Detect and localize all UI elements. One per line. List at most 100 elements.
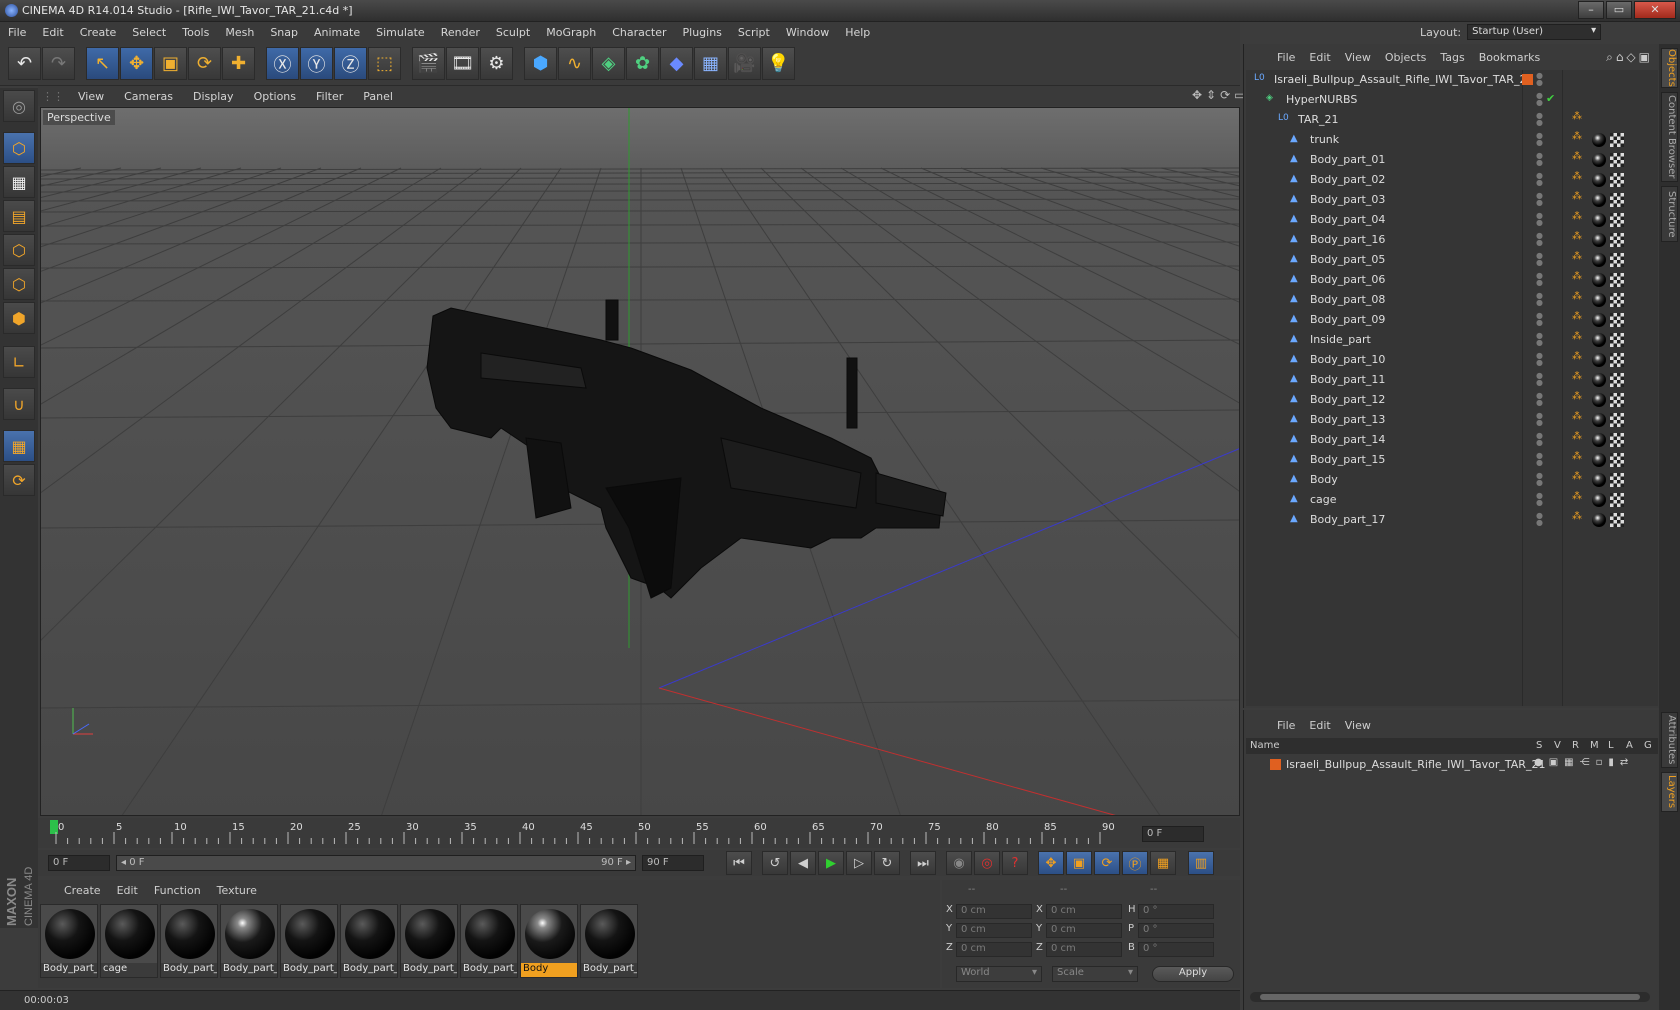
material-tag-icon[interactable] <box>1592 233 1606 247</box>
visibility-dots-icon[interactable]: ● ● <box>1536 492 1544 507</box>
key-rotation-icon[interactable]: ⟳ <box>1094 851 1120 875</box>
visibility-dots-icon[interactable]: ● ● <box>1536 332 1544 347</box>
uvw-tag-icon[interactable] <box>1610 473 1624 487</box>
texture-mode-icon[interactable]: ▦ <box>3 166 35 198</box>
z-axis-icon[interactable]: Ⓩ <box>334 47 367 80</box>
x-axis-icon[interactable]: Ⓧ <box>266 47 299 80</box>
visibility-dots-icon[interactable]: ● ● <box>1536 372 1544 387</box>
material-tag-icon[interactable] <box>1592 433 1606 447</box>
phong-tag-icon[interactable]: ⁂ <box>1572 151 1582 162</box>
menu-plugins[interactable]: Plugins <box>675 26 730 39</box>
apply-button[interactable]: Apply <box>1152 966 1234 982</box>
phong-tag-icon[interactable]: ⁂ <box>1572 211 1582 222</box>
close-button[interactable]: ✕ <box>1634 1 1676 19</box>
playhead[interactable] <box>50 820 58 834</box>
timeline-ruler[interactable]: 0 5 10 15 20 25 30 35 40 45 50 55 60 65 70 75 80 85 90 0 F <box>38 818 1240 848</box>
material-tag-icon[interactable] <box>1592 513 1606 527</box>
phong-tag-icon[interactable]: ⁂ <box>1572 391 1582 402</box>
visibility-dots-icon[interactable]: ● ● <box>1536 72 1544 87</box>
menu-character[interactable]: Character <box>604 26 674 39</box>
material-tag-icon[interactable] <box>1592 153 1606 167</box>
uvw-tag-icon[interactable] <box>1610 233 1624 247</box>
magnet-icon[interactable]: ∪ <box>3 388 35 420</box>
menu-file[interactable]: File <box>0 26 34 39</box>
visibility-dots-icon[interactable]: ● ● <box>1536 232 1544 247</box>
menu-render[interactable]: Render <box>433 26 488 39</box>
phong-tag-icon[interactable]: ⁂ <box>1572 291 1582 302</box>
visibility-dots-icon[interactable]: ● ● <box>1536 152 1544 167</box>
object-menu-edit[interactable]: Edit <box>1302 51 1337 64</box>
visibility-dots-icon[interactable]: ● ● <box>1536 212 1544 227</box>
phong-tag-icon[interactable]: ⁂ <box>1572 451 1582 462</box>
visibility-dots-icon[interactable]: ● ● <box>1536 192 1544 207</box>
uvw-tag-icon[interactable] <box>1610 213 1624 227</box>
object-row[interactable]: ▲ Body_part_14 ● ● ⁂ <box>1246 430 1658 450</box>
uvw-tag-icon[interactable] <box>1610 293 1624 307</box>
object-row[interactable]: ▲ Body_part_08 ● ● ⁂ <box>1246 290 1658 310</box>
object-row[interactable]: ▲ Body_part_15 ● ● ⁂ <box>1246 450 1658 470</box>
menu-mograph[interactable]: MoGraph <box>538 26 604 39</box>
material-tag-icon[interactable] <box>1592 273 1606 287</box>
object-menu-view[interactable]: View <box>1338 51 1378 64</box>
uvw-tag-icon[interactable] <box>1610 393 1624 407</box>
object-row[interactable]: ▲ Inside_part ● ● ⁂ <box>1246 330 1658 350</box>
material-tag-icon[interactable] <box>1592 213 1606 227</box>
minimize-button[interactable]: – <box>1578 1 1604 19</box>
material-swatch[interactable]: cage <box>100 904 158 978</box>
material-swatch[interactable]: Body_part_ <box>160 904 218 978</box>
uvw-tag-icon[interactable] <box>1610 373 1624 387</box>
enabled-check-icon[interactable]: ✔ <box>1546 92 1555 105</box>
object-row[interactable]: ◈ HyperNURBS ● ● ✔ <box>1246 90 1658 110</box>
object-row[interactable]: ▲ Body_part_05 ● ● ⁂ <box>1246 250 1658 270</box>
object-menu-file[interactable]: File <box>1270 51 1302 64</box>
object-row[interactable]: ▲ Body ● ● ⁂ <box>1246 470 1658 490</box>
uvw-tag-icon[interactable] <box>1610 513 1624 527</box>
undo-icon[interactable]: ↶ <box>8 47 41 80</box>
material-swatch[interactable]: Body_part_ <box>340 904 398 978</box>
make-editable-icon[interactable]: ◎ <box>3 90 35 122</box>
next-frame-icon[interactable]: ▷ <box>846 851 872 875</box>
cube-icon[interactable]: ⬢ <box>524 47 557 80</box>
size-field[interactable]: 0 cm <box>1046 923 1122 938</box>
position-field[interactable]: 0 cm <box>956 904 1032 919</box>
menu-mesh[interactable]: Mesh <box>217 26 262 39</box>
polygons-mode-icon[interactable]: ⬢ <box>3 302 35 334</box>
object-menu-tags[interactable]: Tags <box>1433 51 1471 64</box>
uvw-tag-icon[interactable] <box>1610 273 1624 287</box>
coord-mode-dropdown[interactable]: World ▾ <box>956 966 1042 982</box>
phong-tag-icon[interactable]: ⁂ <box>1572 411 1582 422</box>
viewport-menu-display[interactable]: Display <box>183 90 244 103</box>
phong-tag-icon[interactable]: ⁂ <box>1572 491 1582 502</box>
object-row[interactable]: ▲ Body_part_16 ● ● ⁂ <box>1246 230 1658 250</box>
object-row[interactable]: ▲ Body_part_13 ● ● ⁂ <box>1246 410 1658 430</box>
material-tag-icon[interactable] <box>1592 293 1606 307</box>
phong-tag-icon[interactable]: ⁂ <box>1572 351 1582 362</box>
y-axis-icon[interactable]: Ⓨ <box>300 47 333 80</box>
material-menu-edit[interactable]: Edit <box>109 884 146 897</box>
key-parameter-icon[interactable]: Ⓟ <box>1122 851 1148 875</box>
visibility-dots-icon[interactable]: ● ● <box>1536 272 1544 287</box>
position-field[interactable]: 0 cm <box>956 942 1032 957</box>
phong-tag-icon[interactable]: ⁂ <box>1572 191 1582 202</box>
material-swatch[interactable]: Body_part_ <box>400 904 458 978</box>
material-tag-icon[interactable] <box>1592 353 1606 367</box>
object-row[interactable]: ▲ Body_part_06 ● ● ⁂ <box>1246 270 1658 290</box>
points-mode-icon[interactable]: ⬡ <box>3 234 35 266</box>
key-position-icon[interactable]: ✥ <box>1038 851 1064 875</box>
object-row[interactable]: ▲ Body_part_09 ● ● ⁂ <box>1246 310 1658 330</box>
spline-icon[interactable]: ∿ <box>558 47 591 80</box>
menu-snap[interactable]: Snap <box>262 26 306 39</box>
material-swatch[interactable]: Body_part_ <box>220 904 278 978</box>
size-field[interactable]: 0 cm <box>1046 904 1122 919</box>
render-picture-viewer-icon[interactable]: 🎞 <box>446 47 479 80</box>
prev-frame-icon[interactable]: ◀ <box>790 851 816 875</box>
material-tag-icon[interactable] <box>1592 173 1606 187</box>
uvw-tag-icon[interactable] <box>1610 313 1624 327</box>
uvw-tag-icon[interactable] <box>1610 433 1624 447</box>
visibility-dots-icon[interactable]: ● ● <box>1536 92 1544 107</box>
object-row[interactable]: ▲ Body_part_17 ● ● ⁂ <box>1246 510 1658 530</box>
rotate-icon[interactable]: ⟳ <box>188 47 221 80</box>
camera-icon[interactable]: 🎥 <box>728 47 761 80</box>
position-field[interactable]: 0 cm <box>956 923 1032 938</box>
select-icon[interactable]: ↖ <box>86 47 119 80</box>
